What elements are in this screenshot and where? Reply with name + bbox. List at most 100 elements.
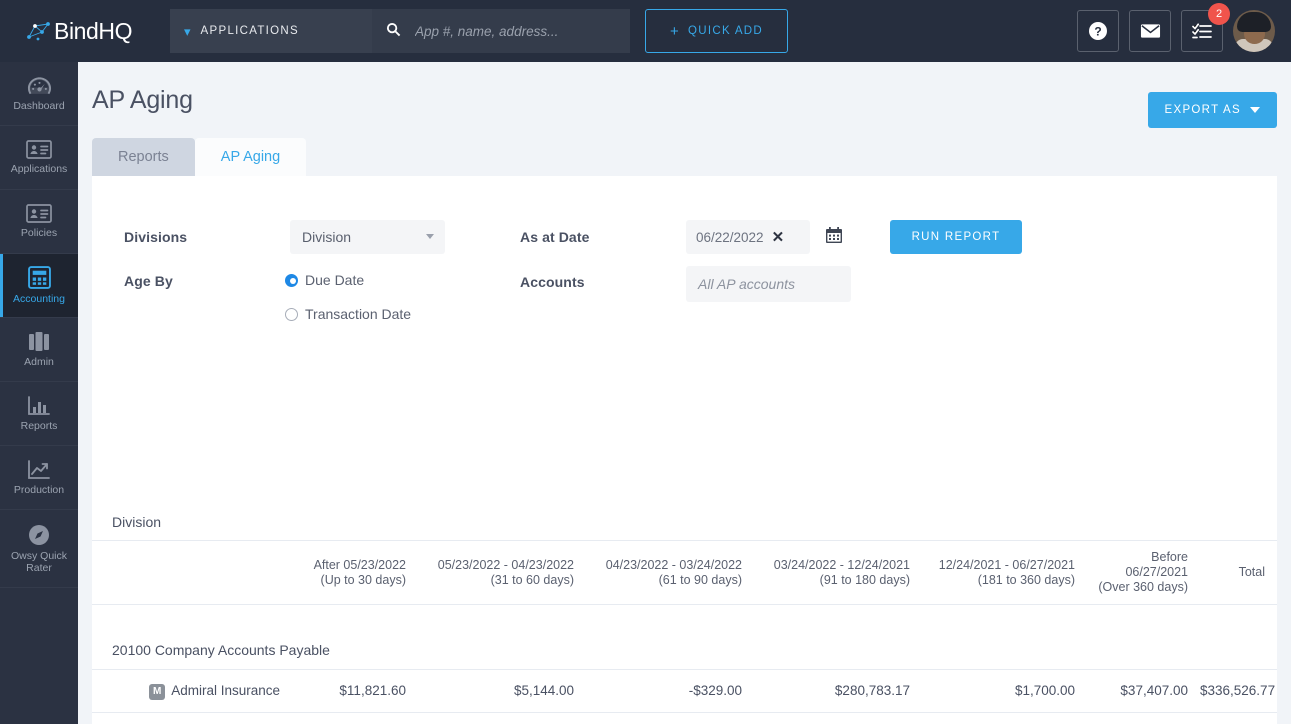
messages-button[interactable] <box>1129 10 1171 52</box>
divisions-select-value: Division <box>302 229 352 245</box>
tab-label: Reports <box>118 149 169 165</box>
amount-cell: $0.00 <box>922 712 1087 724</box>
divisions-label: Divisions <box>124 229 188 245</box>
close-icon[interactable]: ✕ <box>772 228 785 246</box>
accounts-field[interactable]: All AP accounts <box>686 266 851 302</box>
top-bar: BindHQ ▾ APPLICATIONS + QUICK ADD ? <box>0 0 1291 62</box>
svg-text:?: ? <box>1094 25 1101 39</box>
amount-cell: $0.00 <box>418 712 586 724</box>
vendor-name-cell: M Admiral Insurance <box>92 669 292 713</box>
as-at-date-label: As at Date <box>520 229 590 245</box>
tasks-badge: 2 <box>1208 3 1230 25</box>
tasks-icon <box>1192 22 1212 38</box>
avatar-hair <box>1237 12 1271 32</box>
vendor-name: Admiral Insurance <box>171 682 280 698</box>
amount-cell: $11,821.60 <box>292 669 418 713</box>
report-panel: Divisions Division Age By Due Date Trans… <box>92 176 1277 724</box>
tab-ap-aging[interactable]: AP Aging <box>194 138 307 176</box>
spacer-row <box>92 605 1277 631</box>
sidebar-item-owsy-quick-rater[interactable]: Owsy Quick Rater <box>0 510 78 588</box>
run-report-button[interactable]: RUN REPORT <box>890 220 1022 254</box>
tab-bar: Reports AP Aging <box>78 138 1291 176</box>
mail-icon <box>1140 24 1160 38</box>
sidebar-item-applications[interactable]: Applications <box>0 126 78 190</box>
as-at-date-value: 06/22/2022 <box>696 229 764 245</box>
export-as-label: EXPORT AS <box>1164 104 1241 116</box>
amount-cell: $10.00 <box>754 712 922 724</box>
column-header-name <box>92 541 292 605</box>
age-by-transaction-date-option[interactable]: Transaction Date <box>285 306 411 322</box>
column-header-bucket-1: After 05/23/2022 (Up to 30 days) <box>292 541 418 605</box>
global-search[interactable] <box>372 9 630 53</box>
tab-reports[interactable]: Reports <box>92 138 195 176</box>
export-as-button[interactable]: EXPORT AS <box>1147 92 1277 128</box>
radio-selected-icon <box>285 273 298 287</box>
divisions-select[interactable]: Division <box>290 220 445 254</box>
bindhq-network-logo-icon <box>27 22 50 41</box>
brand-name: BindHQ <box>54 17 133 44</box>
radio-unselected-icon <box>285 307 298 321</box>
briefcase-icon <box>27 331 51 352</box>
table-row[interactable]: M Admiral Insurance $11,821.60 $5,144.00 … <box>92 669 1277 713</box>
amount-cell: $37,407.00 <box>1087 669 1200 713</box>
sidebar-item-accounting[interactable]: Accounting <box>0 254 78 318</box>
page-title: AP Aging <box>92 85 193 114</box>
tab-label: AP Aging <box>220 149 281 165</box>
sidebar-item-production[interactable]: Production <box>0 446 78 510</box>
column-header-range: Before 06/27/2021 <box>1125 550 1188 579</box>
accounts-placeholder: All AP accounts <box>698 276 796 292</box>
table-row[interactable]: MArchy Lezama Marketing Company $0.00 $0… <box>92 712 1277 724</box>
chevron-down-icon: ▾ <box>184 23 191 39</box>
search-icon <box>386 22 401 40</box>
id-card-icon <box>26 140 52 159</box>
chevron-down-icon <box>426 234 434 239</box>
amount-cell: $300.00 <box>586 712 754 724</box>
age-by-option-label: Due Date <box>305 272 365 288</box>
group-label: 20100 Company Accounts Payable <box>92 630 1277 670</box>
sidebar-item-dashboard[interactable]: Dashboard <box>0 62 78 126</box>
column-header-days: (Up to 30 days) <box>320 572 406 587</box>
brand-logo[interactable]: BindHQ <box>0 0 170 62</box>
column-header-days: (181 to 360 days) <box>977 572 1075 587</box>
column-header-range: 03/24/2022 - 12/24/2021 <box>773 557 910 572</box>
column-header-days: (Over 360 days) <box>1098 580 1188 594</box>
quick-add-button[interactable]: + QUICK ADD <box>645 9 788 53</box>
amount-cell: $280,783.17 <box>754 669 922 713</box>
help-icon: ? <box>1089 22 1107 40</box>
table-header: After 05/23/2022 (Up to 30 days) 05/23/2… <box>92 540 1277 605</box>
application-selector-label: APPLICATIONS <box>200 25 299 37</box>
amount-cell: $1,700.00 <box>922 669 1087 713</box>
compass-icon <box>28 524 50 546</box>
age-by-option-label: Transaction Date <box>305 306 412 322</box>
sidebar-item-label: Policies <box>20 227 58 239</box>
calendar-icon[interactable] <box>826 227 842 248</box>
column-header-days: (61 to 90 days) <box>658 572 742 587</box>
tasks-button[interactable]: 2 <box>1181 3 1230 52</box>
column-header-total: Total <box>1238 565 1265 579</box>
column-header-days: (91 to 180 days) <box>819 572 910 587</box>
sidebar-item-reports[interactable]: Reports <box>0 382 78 446</box>
avatar[interactable] <box>1233 10 1275 52</box>
sidebar-item-policies[interactable]: Policies <box>0 190 78 254</box>
trend-up-icon <box>27 459 51 480</box>
help-button[interactable]: ? <box>1077 10 1119 52</box>
sidebar-item-label: Dashboard <box>13 99 65 112</box>
report-table-wrap: After 05/23/2022 (Up to 30 days) 05/23/2… <box>92 540 1277 724</box>
search-input[interactable] <box>413 22 616 40</box>
as-at-date-field[interactable]: 06/22/2022 ✕ <box>686 220 810 254</box>
run-report-label: RUN REPORT <box>911 231 1001 243</box>
vendor-name-cell: MArchy Lezama Marketing Company <box>92 712 292 724</box>
column-header-range: After 05/23/2022 <box>313 557 406 572</box>
column-header-bucket-2: 05/23/2022 - 04/23/2022 (31 to 60 days) <box>418 541 586 605</box>
amount-cell: -$329.00 <box>586 669 754 713</box>
division-caption: Division <box>112 514 162 530</box>
calculator-icon <box>27 266 51 289</box>
sidebar-item-admin[interactable]: Admin <box>0 318 78 382</box>
total-cell: $336,526.77 <box>1200 669 1277 713</box>
vendor-type-badge: M <box>149 683 166 700</box>
age-by-label: Age By <box>124 273 173 289</box>
sidebar-item-label: Admin <box>24 356 54 368</box>
sidebar: Dashboard Applications Policies Accounti… <box>0 62 78 724</box>
age-by-due-date-option[interactable]: Due Date <box>285 272 364 288</box>
application-selector[interactable]: ▾ APPLICATIONS <box>170 9 372 53</box>
